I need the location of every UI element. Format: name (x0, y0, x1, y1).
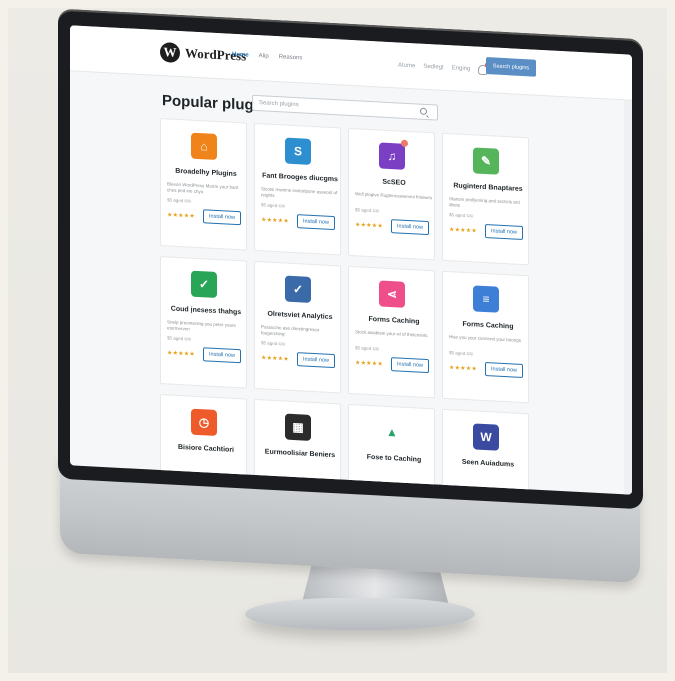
monitor-base (245, 598, 475, 630)
install-now-button[interactable]: Install now (297, 214, 335, 231)
plugin-name: Forms Caching (462, 320, 514, 331)
plugin-description (449, 472, 527, 476)
home-icon: ⌂ (191, 132, 217, 160)
seo-icon: S (285, 137, 311, 165)
plugin-card[interactable]: ✎ Ruginterd Bnaptares Stansm prollyening a… (442, 132, 529, 266)
music-icon: ♫ (379, 142, 405, 170)
plugin-name: Eurmoolisiar Beniers (264, 448, 336, 460)
plugin-name: Olretsviet Analytics (267, 310, 333, 322)
plugin-card[interactable]: S Fant Brooges diucgms Sicotsi rnwnine inv… (254, 122, 341, 256)
share-icon: ⋖ (379, 280, 405, 308)
shield-check-icon: ✓ (191, 270, 217, 298)
secondary-nav: Atume Sedlegt Enging (398, 60, 492, 76)
plugin-meta: $5 aged ©© (167, 335, 192, 342)
plugin-card[interactable]: ⌂ Broadelhy Plugins Bleeon WordPress Monm … (160, 117, 247, 251)
install-now-button[interactable]: Install now (485, 224, 523, 241)
plugin-meta: $5 aged ©© (355, 207, 380, 214)
install-now-button[interactable]: Install now (203, 209, 241, 226)
plugin-grid: ⌂ Broadelhy Plugins Bleeon WordPress Monm … (160, 117, 532, 495)
scrollbar[interactable] (624, 100, 632, 495)
install-now-button[interactable]: Install now (203, 347, 241, 364)
rating-stars: ★★★★★ (167, 350, 195, 358)
search-placeholder: Search plugins (259, 100, 299, 109)
plugin-description (355, 467, 433, 471)
plugin-name: Seen Auiadums (461, 458, 515, 469)
plugin-card[interactable]: ⋖ Forms Caching Stock aisabiste your wl of… (348, 265, 435, 399)
plugin-card[interactable]: ♫ ScSEO Well plogive Rugtnnesswevmi fnisiw… (348, 127, 435, 261)
plugin-name: Forms Caching (368, 315, 420, 326)
plugin-meta: $5 aged ©© (167, 197, 192, 204)
plugin-name: Ruginterd Bnaptares (453, 182, 523, 193)
install-now-button[interactable]: Install now (485, 362, 523, 379)
triangle-icon: ▲ (379, 418, 405, 446)
plugin-meta: $5 aged ©© (261, 202, 286, 209)
list-icon: ≡ (473, 285, 499, 313)
plugin-description: Bleeon WordPress Monm your bant ches ped… (167, 181, 239, 195)
plugin-meta: $5 aged ©© (449, 212, 474, 219)
install-now-button[interactable]: Install now (297, 352, 335, 369)
plugin-name: Coud įnesess thahgs (170, 305, 242, 317)
search-plugins-button[interactable]: Search plugins (486, 57, 536, 77)
plugin-card[interactable]: ≡ Forms Caching Hise you your connend your… (442, 270, 529, 404)
rating-stars: ★★★★★ (355, 222, 383, 230)
shield-check-icon: ✓ (285, 275, 311, 303)
plugin-name: ScSEO (382, 178, 406, 187)
install-now-button[interactable]: Install now (391, 219, 429, 236)
nav-reasons[interactable]: Reasons (279, 54, 303, 61)
rating-stars: ★★★★★ (449, 227, 477, 235)
plugin-meta: $5 aged ©© (261, 340, 286, 347)
rating-stars: ★★★★★ (449, 365, 477, 373)
search-input[interactable]: Search plugins (252, 94, 438, 121)
plugin-meta: $5 aged ©© (355, 345, 380, 352)
rating-stars: ★★★★★ (261, 355, 289, 363)
nav-atume[interactable]: Atume (398, 62, 415, 69)
rating-stars: ★★★★★ (167, 212, 195, 220)
form-icon: ✎ (473, 147, 499, 175)
nav-alip[interactable]: Alip (259, 53, 269, 60)
plugin-description: Snelp preentening you peter youre etorme… (167, 319, 237, 332)
update-badge (401, 139, 408, 147)
plugin-card[interactable]: W Seen Auiadums (442, 408, 529, 495)
wordpress-icon: W (473, 423, 499, 451)
plugin-name: Bisiore Cachtiori (177, 443, 234, 454)
plugin-description: Stock aisabiste your wl of thelemints (355, 329, 428, 339)
nav-sedlegt[interactable]: Sedlegt (423, 64, 443, 71)
plugin-description: Well plogive Rugtnnesswevmi fnisiwes (355, 191, 432, 201)
plugin-card[interactable]: ✓ Olretsviet Analytics Possicche ase direc… (254, 260, 341, 394)
screen: W WordPress Home Alip Reasons Atume Sedl… (70, 25, 632, 495)
plugin-description: Stansm prollyening and secticls ard dbot… (449, 196, 520, 208)
plugin-meta: $5 aged ©© (449, 350, 474, 357)
plugin-name: Fose to Caching (366, 453, 422, 464)
search-icon[interactable] (420, 107, 427, 115)
plugin-name: Fant Brooges diucgms (262, 172, 338, 184)
plugin-description (167, 457, 245, 461)
plugin-description: Possicche ase directingresco fougerching… (261, 324, 320, 337)
wordpress-logo-icon: W (160, 41, 180, 64)
clock-icon: ◷ (191, 408, 217, 436)
nav-home[interactable]: Home (232, 52, 249, 59)
plugin-card[interactable]: ✓ Coud įnesess thahgs Snelp preentening yo… (160, 255, 247, 389)
rating-stars: ★★★★★ (355, 360, 383, 368)
plugin-name: Broadelhy Plugins (175, 167, 237, 179)
plugin-description (261, 462, 339, 466)
dashboard-icon: ▦ (285, 413, 311, 441)
install-now-button[interactable]: Install now (391, 357, 429, 374)
rating-stars: ★★★★★ (261, 217, 289, 225)
plugin-description: Sicotsi rnwnine invitorlpone asseost of … (261, 186, 338, 198)
nav-enging[interactable]: Enging (452, 65, 471, 72)
plugin-description: Hise you your connend your boongs (449, 334, 522, 343)
